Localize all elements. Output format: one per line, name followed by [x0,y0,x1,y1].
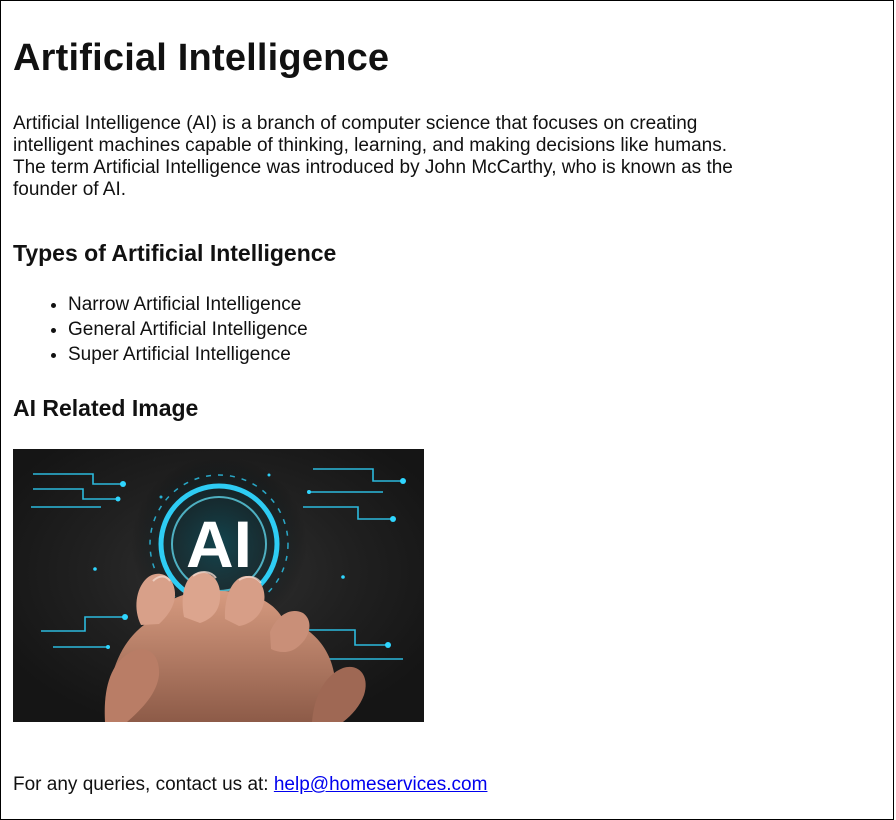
contact-footer: For any queries, contact us at: help@hom… [13,773,487,797]
page-frame: Artificial Intelligence Artificial Intel… [0,0,894,820]
contact-email-link[interactable]: help@homeservices.com [274,774,488,795]
list-item: General Artificial Intelligence [68,317,308,342]
intro-paragraph: Artificial Intelligence (AI) is a branch… [13,113,733,200]
types-list: Narrow Artificial Intelligence General A… [13,292,308,367]
page-title: Artificial Intelligence [13,37,390,79]
list-item: Super Artificial Intelligence [68,342,308,367]
image-heading: AI Related Image [13,395,199,421]
contact-prefix: For any queries, contact us at: [13,774,274,795]
list-item: Narrow Artificial Intelligence [68,292,308,317]
types-heading: Types of Artificial Intelligence [13,240,337,266]
ai-image-label: AI [186,507,252,581]
ai-related-image: AI [13,449,424,722]
